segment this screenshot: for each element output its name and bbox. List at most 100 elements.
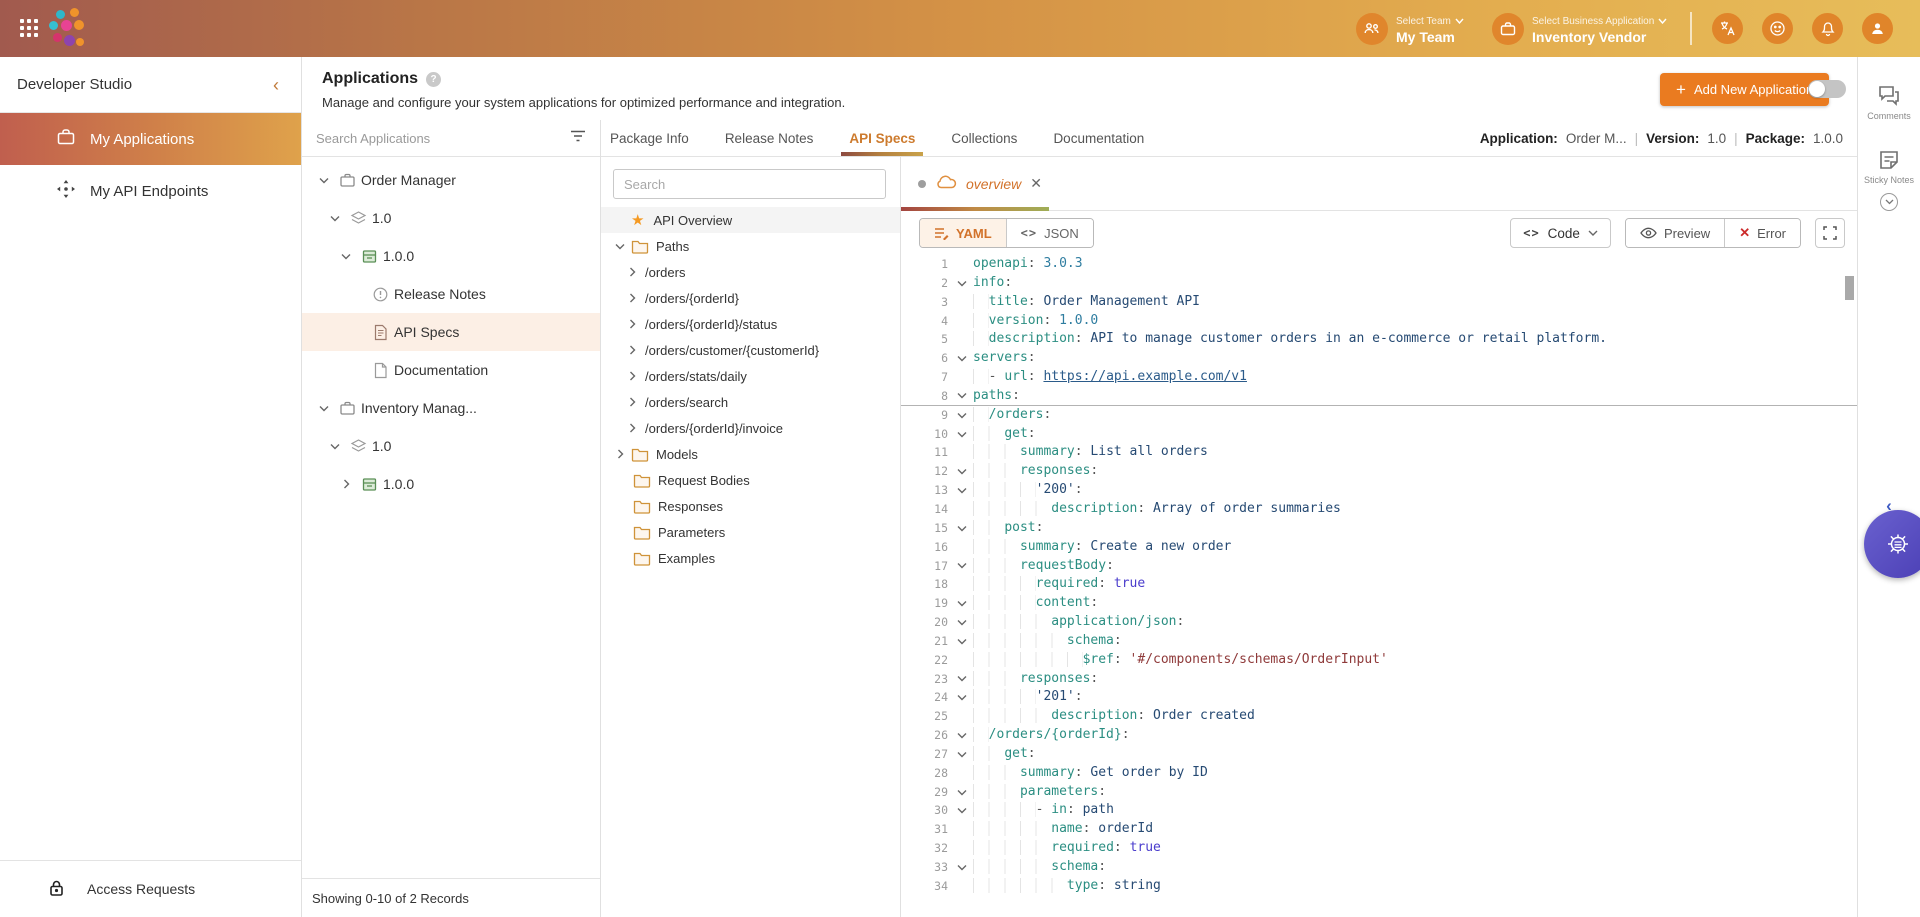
spec-tree-item-paths[interactable]: Paths bbox=[601, 233, 900, 259]
code-line-1[interactable]: 1openapi: 3.0.3 bbox=[901, 255, 1857, 274]
fold-chevron-icon[interactable] bbox=[953, 519, 970, 538]
chevron-right-icon[interactable] bbox=[625, 423, 639, 433]
sidebar-collapse-icon[interactable]: ‹ bbox=[273, 76, 279, 94]
yaml-button[interactable]: YAML bbox=[920, 219, 1006, 247]
app-tree-item-documentation[interactable]: Documentation bbox=[302, 351, 600, 389]
code-line-10[interactable]: 10 get: bbox=[901, 425, 1857, 444]
bell-icon[interactable] bbox=[1812, 13, 1843, 44]
help-icon[interactable] bbox=[1762, 13, 1793, 44]
app-tree-item-1-0[interactable]: 1.0 bbox=[302, 199, 600, 237]
fold-chevron-icon[interactable] bbox=[953, 557, 970, 576]
fold-chevron-icon[interactable] bbox=[953, 274, 970, 293]
search-applications-input[interactable] bbox=[316, 131, 570, 146]
chevron-right-icon[interactable] bbox=[625, 345, 639, 355]
fold-chevron-icon[interactable] bbox=[953, 801, 970, 820]
help-badge-icon[interactable]: ? bbox=[426, 72, 441, 87]
code-line-26[interactable]: 26 /orders/{orderId}: bbox=[901, 726, 1857, 745]
chevron-down-icon[interactable] bbox=[327, 443, 343, 450]
avatar-icon[interactable] bbox=[1862, 13, 1893, 44]
spec-tree-item--orders-orderid-[interactable]: /orders/{orderId} bbox=[601, 285, 900, 311]
app-tree-item-1-0-0[interactable]: 1.0.0 bbox=[302, 237, 600, 275]
chevron-right-icon[interactable] bbox=[338, 479, 354, 489]
fold-chevron-icon[interactable] bbox=[953, 594, 970, 613]
code-line-24[interactable]: 24 '201': bbox=[901, 688, 1857, 707]
code-line-25[interactable]: 25 description: Order created bbox=[901, 707, 1857, 726]
code-line-11[interactable]: 11 summary: List all orders bbox=[901, 443, 1857, 462]
spec-tree-item--orders[interactable]: /orders bbox=[601, 259, 900, 285]
chevron-down-icon[interactable] bbox=[327, 215, 343, 222]
fullscreen-button[interactable] bbox=[1815, 218, 1845, 248]
header-toggle-switch[interactable] bbox=[1808, 80, 1846, 98]
fold-chevron-icon[interactable] bbox=[953, 349, 970, 368]
fold-chevron-icon[interactable] bbox=[953, 613, 970, 632]
fold-chevron-icon[interactable] bbox=[953, 406, 970, 425]
chevron-right-icon[interactable] bbox=[625, 267, 639, 277]
add-new-application-button[interactable]: + Add New Application bbox=[1660, 73, 1829, 106]
app-tree-item-inventory-manag-[interactable]: Inventory Manag... bbox=[302, 389, 600, 427]
app-tree-item-order-manager[interactable]: Order Manager bbox=[302, 161, 600, 199]
code-line-31[interactable]: 31 name: orderId bbox=[901, 820, 1857, 839]
chevron-down-icon[interactable] bbox=[316, 177, 332, 184]
code-line-7[interactable]: 7 - url: https://api.example.com/v1 bbox=[901, 368, 1857, 387]
fold-chevron-icon[interactable] bbox=[953, 481, 970, 500]
code-line-8[interactable]: 8paths: bbox=[901, 387, 1857, 406]
fold-chevron-icon[interactable] bbox=[953, 726, 970, 745]
code-line-13[interactable]: 13 '200': bbox=[901, 481, 1857, 500]
close-tab-icon[interactable]: ✕ bbox=[1030, 175, 1042, 192]
code-line-14[interactable]: 14 description: Array of order summaries bbox=[901, 500, 1857, 519]
yaml-code-area[interactable]: 1openapi: 3.0.32info:3 title: Order Mana… bbox=[901, 255, 1857, 917]
spec-tree-item--orders-search[interactable]: /orders/search bbox=[601, 389, 900, 415]
spec-search-input[interactable] bbox=[624, 177, 875, 192]
code-line-29[interactable]: 29 parameters: bbox=[901, 783, 1857, 802]
spec-tree-item--orders-orderid-status[interactable]: /orders/{orderId}/status bbox=[601, 311, 900, 337]
sidebar-item-my-api-endpoints[interactable]: My API Endpoints bbox=[0, 165, 301, 217]
code-line-27[interactable]: 27 get: bbox=[901, 745, 1857, 764]
app-tree-item-api-specs[interactable]: API Specs bbox=[302, 313, 600, 351]
tab-package-info[interactable]: Package Info bbox=[610, 120, 689, 156]
tab-collections[interactable]: Collections bbox=[951, 120, 1017, 156]
editor-tab-overview[interactable]: overview ✕ bbox=[901, 157, 1056, 210]
spec-tree-item-api-overview[interactable]: ★API Overview bbox=[601, 207, 900, 233]
code-line-20[interactable]: 20 application/json: bbox=[901, 613, 1857, 632]
code-line-4[interactable]: 4 version: 1.0.0 bbox=[901, 312, 1857, 331]
app-tree-item-1-0-0[interactable]: 1.0.0 bbox=[302, 465, 600, 503]
chevron-right-icon[interactable] bbox=[625, 293, 639, 303]
comments-button[interactable]: Comments bbox=[1858, 85, 1920, 121]
spec-tree-item-models[interactable]: Models bbox=[601, 441, 900, 467]
code-line-28[interactable]: 28 summary: Get order by ID bbox=[901, 764, 1857, 783]
code-line-12[interactable]: 12 responses: bbox=[901, 462, 1857, 481]
chevron-down-icon[interactable] bbox=[338, 253, 354, 260]
code-line-16[interactable]: 16 summary: Create a new order bbox=[901, 538, 1857, 557]
code-line-15[interactable]: 15 post: bbox=[901, 519, 1857, 538]
code-line-33[interactable]: 33 schema: bbox=[901, 858, 1857, 877]
chevron-down-icon[interactable] bbox=[613, 243, 627, 250]
spec-tree-item--orders-orderid-invoice[interactable]: /orders/{orderId}/invoice bbox=[601, 415, 900, 441]
code-line-19[interactable]: 19 content: bbox=[901, 594, 1857, 613]
tab-api-specs[interactable]: API Specs bbox=[849, 120, 915, 156]
chevron-right-icon[interactable] bbox=[625, 397, 639, 407]
chevron-right-icon[interactable] bbox=[625, 371, 639, 381]
fold-chevron-icon[interactable] bbox=[953, 387, 970, 405]
chevron-right-icon[interactable] bbox=[625, 319, 639, 329]
fold-chevron-icon[interactable] bbox=[953, 858, 970, 877]
fold-chevron-icon[interactable] bbox=[953, 688, 970, 707]
editor-scrollbar[interactable] bbox=[1845, 276, 1854, 300]
code-line-32[interactable]: 32 required: true bbox=[901, 839, 1857, 858]
app-tree-item-release-notes[interactable]: Release Notes bbox=[302, 275, 600, 313]
code-line-17[interactable]: 17 requestBody: bbox=[901, 557, 1857, 576]
spec-tree-item-examples[interactable]: Examples bbox=[601, 545, 900, 571]
code-line-22[interactable]: 22 $ref: '#/components/schemas/OrderInpu… bbox=[901, 651, 1857, 670]
fold-chevron-icon[interactable] bbox=[953, 632, 970, 651]
language-icon[interactable] bbox=[1712, 13, 1743, 44]
fold-chevron-icon[interactable] bbox=[953, 783, 970, 802]
app-grid-icon[interactable] bbox=[20, 19, 42, 41]
team-selector[interactable]: Select Team My Team bbox=[1356, 11, 1464, 48]
code-line-9[interactable]: 9 /orders: bbox=[901, 406, 1857, 425]
code-line-2[interactable]: 2info: bbox=[901, 274, 1857, 293]
code-line-34[interactable]: 34 type: string bbox=[901, 877, 1857, 896]
json-button[interactable]: <> JSON bbox=[1006, 219, 1093, 247]
sticky-notes-button[interactable]: Sticky Notes bbox=[1858, 149, 1920, 185]
fold-chevron-icon[interactable] bbox=[953, 670, 970, 689]
spec-tree-item-request-bodies[interactable]: Request Bodies bbox=[601, 467, 900, 493]
error-button[interactable]: ✕ Error bbox=[1724, 219, 1800, 247]
